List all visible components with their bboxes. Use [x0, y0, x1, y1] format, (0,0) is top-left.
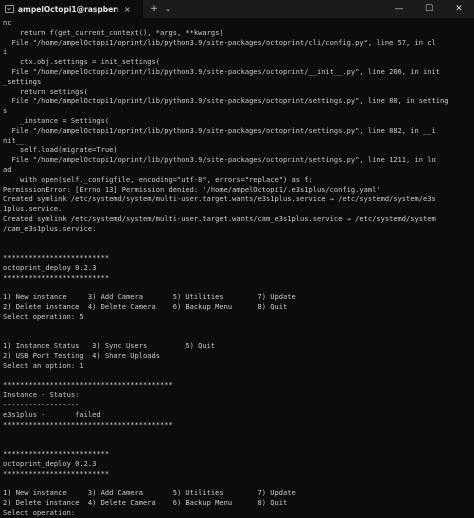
- terminal-line: *************************: [3, 449, 110, 459]
- terminal-line: ****************************************: [3, 380, 173, 390]
- terminal-line: 1) Instance Status 3) Sync Users 5) Quit: [3, 341, 216, 351]
- terminal-line: with open(self._configfile, encoding="ut…: [3, 174, 313, 184]
- terminal-line: PermissionError: [Errno 13] Permission d…: [3, 184, 381, 194]
- terminal-output[interactable]: nc return f(get_current_context(), *args…: [3, 18, 471, 518]
- tab-close-icon[interactable]: ×: [124, 5, 131, 14]
- terminal-line: ------------------: [3, 400, 80, 410]
- terminal-line: 2) Delete instance 4) Delete Camera 6) B…: [3, 498, 288, 508]
- terminal-line: *************************: [3, 468, 110, 478]
- terminal-line: return f(get_current_context(), *args, *…: [3, 27, 224, 37]
- terminal-line: nit__: [3, 135, 25, 145]
- terminal-line: octoprint_deploy 0.2.3: [3, 262, 97, 272]
- terminal-line: /cam_e3s1plus.service.: [3, 223, 97, 233]
- terminal-line: File "/home/ampelOctopi1/oprint/lib/pyth…: [3, 96, 449, 106]
- terminal-line: 1) New instance 3) Add Camera 5) Utiliti…: [3, 488, 296, 498]
- terminal-icon: [5, 5, 14, 13]
- chevron-down-icon[interactable]: ⌄: [161, 0, 175, 18]
- terminal-line: Created symlink /etc/systemd/system/mult…: [3, 194, 436, 204]
- terminal-line: s: [3, 106, 8, 116]
- terminal-line: File "/home/ampelOctopi1/oprint/lib/pyth…: [3, 37, 436, 47]
- terminal-line: e3s1plus - failed: [3, 409, 101, 419]
- terminal-line: 2) USB Port Testing 4) Share Uploads: [3, 351, 160, 361]
- terminal-tab[interactable]: ampelOctopi1@raspberrypi: ~ ×: [0, 0, 143, 18]
- terminal-line: _settings: [3, 76, 42, 86]
- terminal-line: *************************: [3, 253, 110, 263]
- window-titlebar: ampelOctopi1@raspberrypi: ~ × + ⌄ — ☐ ✕: [0, 0, 474, 18]
- terminal-line: 2) Delete instance 4) Delete Camera 6) B…: [3, 302, 288, 312]
- terminal-line: File "/home/ampelOctopi1/oprint/lib/pyth…: [3, 155, 436, 165]
- terminal-line: ****************************************: [3, 419, 173, 429]
- terminal-line: Select an option: 1: [3, 360, 84, 370]
- close-window-icon[interactable]: ✕: [444, 0, 474, 18]
- tab-title: ampelOctopi1@raspberrypi: ~: [18, 4, 118, 14]
- terminal-line: File "/home/ampelOctopi1/oprint/lib/pyth…: [3, 66, 440, 76]
- terminal-line: 1) New instance 3) Add Camera 5) Utiliti…: [3, 292, 296, 302]
- terminal-line: Created symlink /etc/systemd/system/mult…: [3, 213, 436, 223]
- new-tab-plus-icon[interactable]: +: [147, 0, 161, 18]
- terminal-line: 1plus.service.: [3, 204, 63, 214]
- terminal-line: File "/home/ampelOctopi1/oprint/lib/pyth…: [3, 125, 436, 135]
- terminal-line: i: [3, 47, 8, 57]
- terminal-line: self.load(migrate=True): [3, 145, 118, 155]
- terminal-line: ad: [3, 164, 12, 174]
- terminal-line: nc: [3, 18, 12, 27]
- terminal-line: _instance = Settings(: [3, 115, 110, 125]
- maximize-icon[interactable]: ☐: [414, 0, 444, 18]
- terminal-line: ctx.obj.settings = init_settings(: [3, 57, 160, 67]
- terminal-line: *************************: [3, 272, 110, 282]
- terminal-line: return settings(: [3, 86, 88, 96]
- minimize-icon[interactable]: —: [384, 0, 414, 18]
- terminal-line: octoprint_deploy 0.2.3: [3, 458, 97, 468]
- terminal-line: Instance - Status:: [3, 390, 80, 400]
- terminal-line: Select operation: 5: [3, 311, 84, 321]
- terminal-line: Select operation:: [3, 507, 76, 517]
